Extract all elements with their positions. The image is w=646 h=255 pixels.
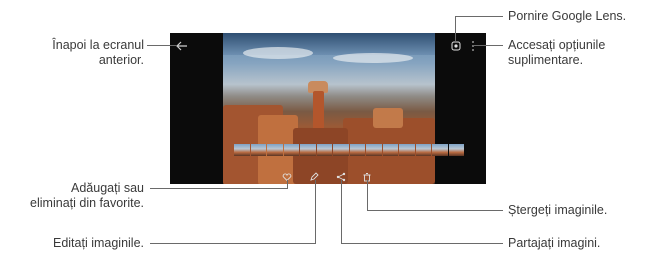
callout-more: Accesați opțiunile suplimentare.: [508, 38, 605, 68]
leader-line-lens-h: [455, 16, 503, 17]
callout-favorite-line1: Adăugați sau: [71, 181, 144, 195]
callout-back-line2: anterior.: [98, 53, 144, 67]
more-options-icon[interactable]: [470, 40, 476, 52]
thumbnail[interactable]: [382, 144, 398, 156]
thumbnail[interactable]: [267, 144, 283, 156]
leader-line-edit-h: [150, 243, 315, 244]
callout-back-line1: Înapoi la ecranul: [52, 38, 144, 52]
leader-line-lens-v: [455, 16, 456, 41]
callout-share: Partajați imagini.: [508, 236, 601, 250]
back-arrow-icon[interactable]: [176, 41, 188, 51]
callout-more-line1: Accesați opțiunile: [508, 38, 606, 52]
google-lens-icon[interactable]: [451, 41, 461, 51]
thumbnail[interactable]: [234, 144, 250, 156]
thumbnail[interactable]: [333, 144, 349, 156]
thumbnail[interactable]: [415, 144, 431, 156]
callout-delete: Ștergeți imaginile.: [508, 203, 608, 217]
leader-line-back: [147, 45, 177, 46]
edit-pencil-icon[interactable]: [309, 172, 319, 182]
callout-back: Înapoi la ecranul anterior.: [52, 38, 144, 68]
callout-favorite-line2: eliminați din favorite.: [30, 196, 144, 210]
leader-line-edit-v: [315, 180, 316, 244]
thumbnail[interactable]: [300, 144, 316, 156]
leader-line-share-h: [341, 243, 503, 244]
leader-line-delete-v: [367, 180, 368, 211]
leader-line-delete-h: [367, 210, 503, 211]
leader-line-share-v: [341, 180, 342, 244]
photo-image: [223, 33, 435, 184]
thumbnail[interactable]: [399, 144, 415, 156]
gallery-screen: [170, 33, 486, 184]
thumbnail[interactable]: [448, 144, 464, 156]
callout-more-line2: suplimentare.: [508, 53, 584, 67]
thumbnail-strip[interactable]: [234, 144, 464, 156]
callout-favorite: Adăugați sau eliminați din favorite.: [30, 181, 144, 211]
thumbnail[interactable]: [349, 144, 365, 156]
callout-lens: Pornire Google Lens.: [508, 9, 627, 23]
callout-edit: Editați imaginile.: [52, 236, 144, 250]
leader-line-favorite-v: [287, 180, 288, 189]
leader-line-favorite-h: [150, 188, 287, 189]
thumbnail[interactable]: [316, 144, 332, 156]
thumbnail[interactable]: [366, 144, 382, 156]
thumbnail[interactable]: [283, 144, 299, 156]
thumbnail[interactable]: [432, 144, 448, 156]
leader-line-more: [473, 45, 503, 46]
thumbnail[interactable]: [250, 144, 266, 156]
